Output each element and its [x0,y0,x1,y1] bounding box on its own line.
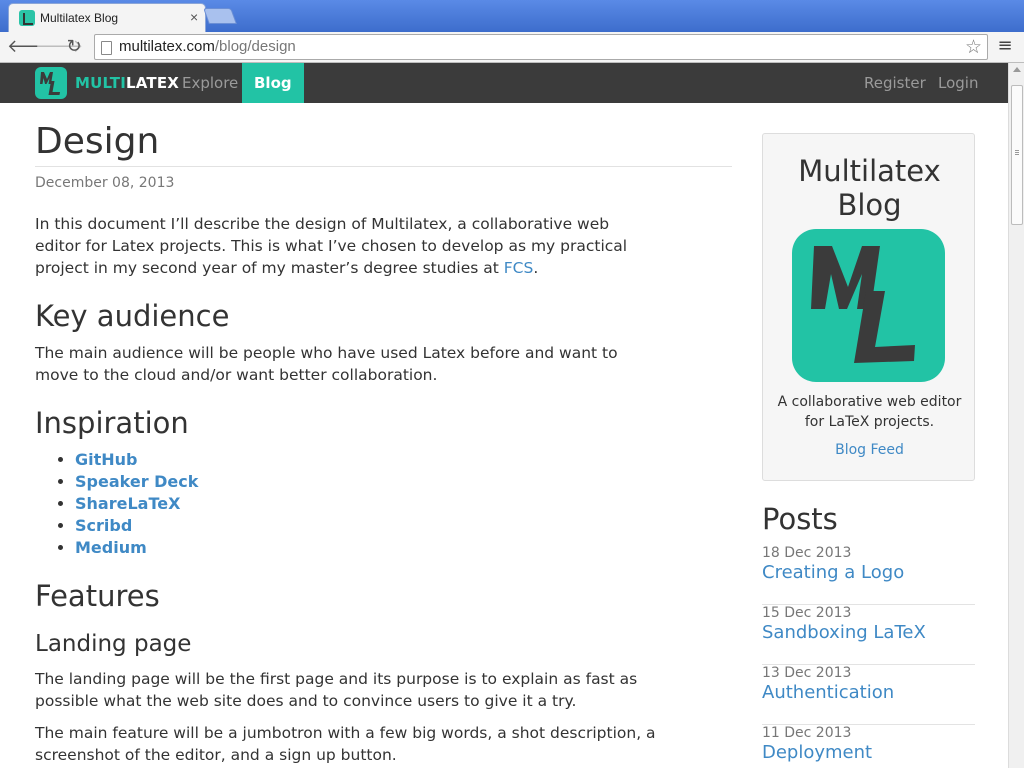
url-text[interactable]: multilatex.com/blog/design [119,38,296,55]
list-item[interactable]: ShareLaTeX [75,493,198,515]
scroll-up-icon[interactable] [1013,67,1021,72]
new-tab-button[interactable] [203,8,237,24]
list-item[interactable]: 11 Dec 2013 Deployment [762,725,975,768]
multilatex-logo [792,229,945,382]
title-divider [35,166,732,167]
inspiration-link-sharelatex[interactable]: ShareLaTeX [75,494,180,513]
fcs-link[interactable]: FCS [504,259,534,277]
heading-landing-page: Landing page [35,631,192,657]
list-item[interactable]: Medium [75,537,198,559]
star-icon[interactable]: ☆ [965,36,982,58]
inspiration-link-medium[interactable]: Medium [75,538,147,557]
tab-title: Multilatex Blog [40,11,119,25]
brand-part2: LATEX [126,74,180,92]
post-item-date: 13 Dec 2013 [762,665,852,681]
card-title: Multilatex Blog [798,154,941,222]
heading-inspiration: Inspiration [35,406,189,440]
post-date: December 08, 2013 [35,175,175,191]
site-navbar: MULTILATEX Explore Blog Register Login [0,63,1008,103]
grip-icon [1015,150,1019,151]
back-icon[interactable]: 🡐 [7,36,55,58]
post-item-date: 15 Dec 2013 [762,605,852,621]
browser-tabstrip: Multilatex Blog × [0,0,1024,32]
post-item-link[interactable]: Deployment [762,742,872,763]
audience-paragraph: The main audience will be people who hav… [35,344,618,384]
list-item[interactable]: Scribd [75,515,198,537]
intro-paragraph: In this document I’ll describe the desig… [35,213,655,279]
reload-icon[interactable]: ↻ [63,36,85,58]
post-item-date: 18 Dec 2013 [762,545,852,561]
menu-icon[interactable]: ≡ [995,35,1015,57]
card-description: A collaborative web editor for LaTeX pro… [777,394,962,430]
post-item-link[interactable]: Creating a Logo [762,562,904,583]
heading-features: Features [35,579,160,613]
landing-paragraph-2: The main feature will be a jumbotron wit… [35,724,656,764]
brand-name[interactable]: MULTILATEX [75,74,179,92]
nav-blog[interactable]: Blog [242,63,304,103]
scroll-thumb[interactable] [1011,85,1023,225]
nav-explore[interactable]: Explore [182,63,238,103]
list-item[interactable]: GitHub [75,449,198,471]
inspiration-link-scribd[interactable]: Scribd [75,516,132,535]
tab-close-icon[interactable]: × [190,9,198,25]
list-item[interactable]: 18 Dec 2013 Creating a Logo [762,545,975,605]
post-item-link[interactable]: Sandboxing LaTeX [762,622,926,643]
heading-key-audience: Key audience [35,299,230,333]
intro-end: . [533,259,539,277]
list-item[interactable]: 15 Dec 2013 Sandboxing LaTeX [762,605,975,665]
list-item[interactable]: Speaker Deck [75,471,198,493]
multilatex-logo[interactable] [35,67,67,99]
vertical-scrollbar[interactable] [1008,63,1024,768]
post-item-date: 11 Dec 2013 [762,725,852,741]
favicon-icon [19,10,35,26]
post-item-link[interactable]: Authentication [762,682,894,703]
inspiration-link-github[interactable]: GitHub [75,450,138,469]
address-bar[interactable]: multilatex.com/blog/design ☆ [94,34,988,60]
forward-icon[interactable]: 🡒 [35,36,83,58]
inspiration-link-speakerdeck[interactable]: Speaker Deck [75,472,198,491]
inspiration-list: GitHub Speaker Deck ShareLaTeX Scribd Me… [75,449,198,559]
blog-feed-link[interactable]: Blog Feed [763,442,976,458]
brand-part1: MULTI [75,74,126,92]
list-item[interactable]: 13 Dec 2013 Authentication [762,665,975,725]
page-icon [101,41,112,55]
posts-heading: Posts [762,502,838,536]
nav-register[interactable]: Register [864,63,926,103]
url-path: /blog/design [214,38,296,55]
page-title: Design [35,121,160,162]
browser-toolbar: 🡐 🡒 ↻ multilatex.com/blog/design ☆ ≡ [0,32,1024,63]
landing-paragraph-1: The landing page will be the first page … [35,670,638,710]
blog-info-card: Multilatex Blog A collaborative web edit… [762,133,975,481]
nav-login[interactable]: Login [938,63,978,103]
url-host: multilatex.com [119,38,215,55]
browser-tab[interactable]: Multilatex Blog × [8,3,206,32]
